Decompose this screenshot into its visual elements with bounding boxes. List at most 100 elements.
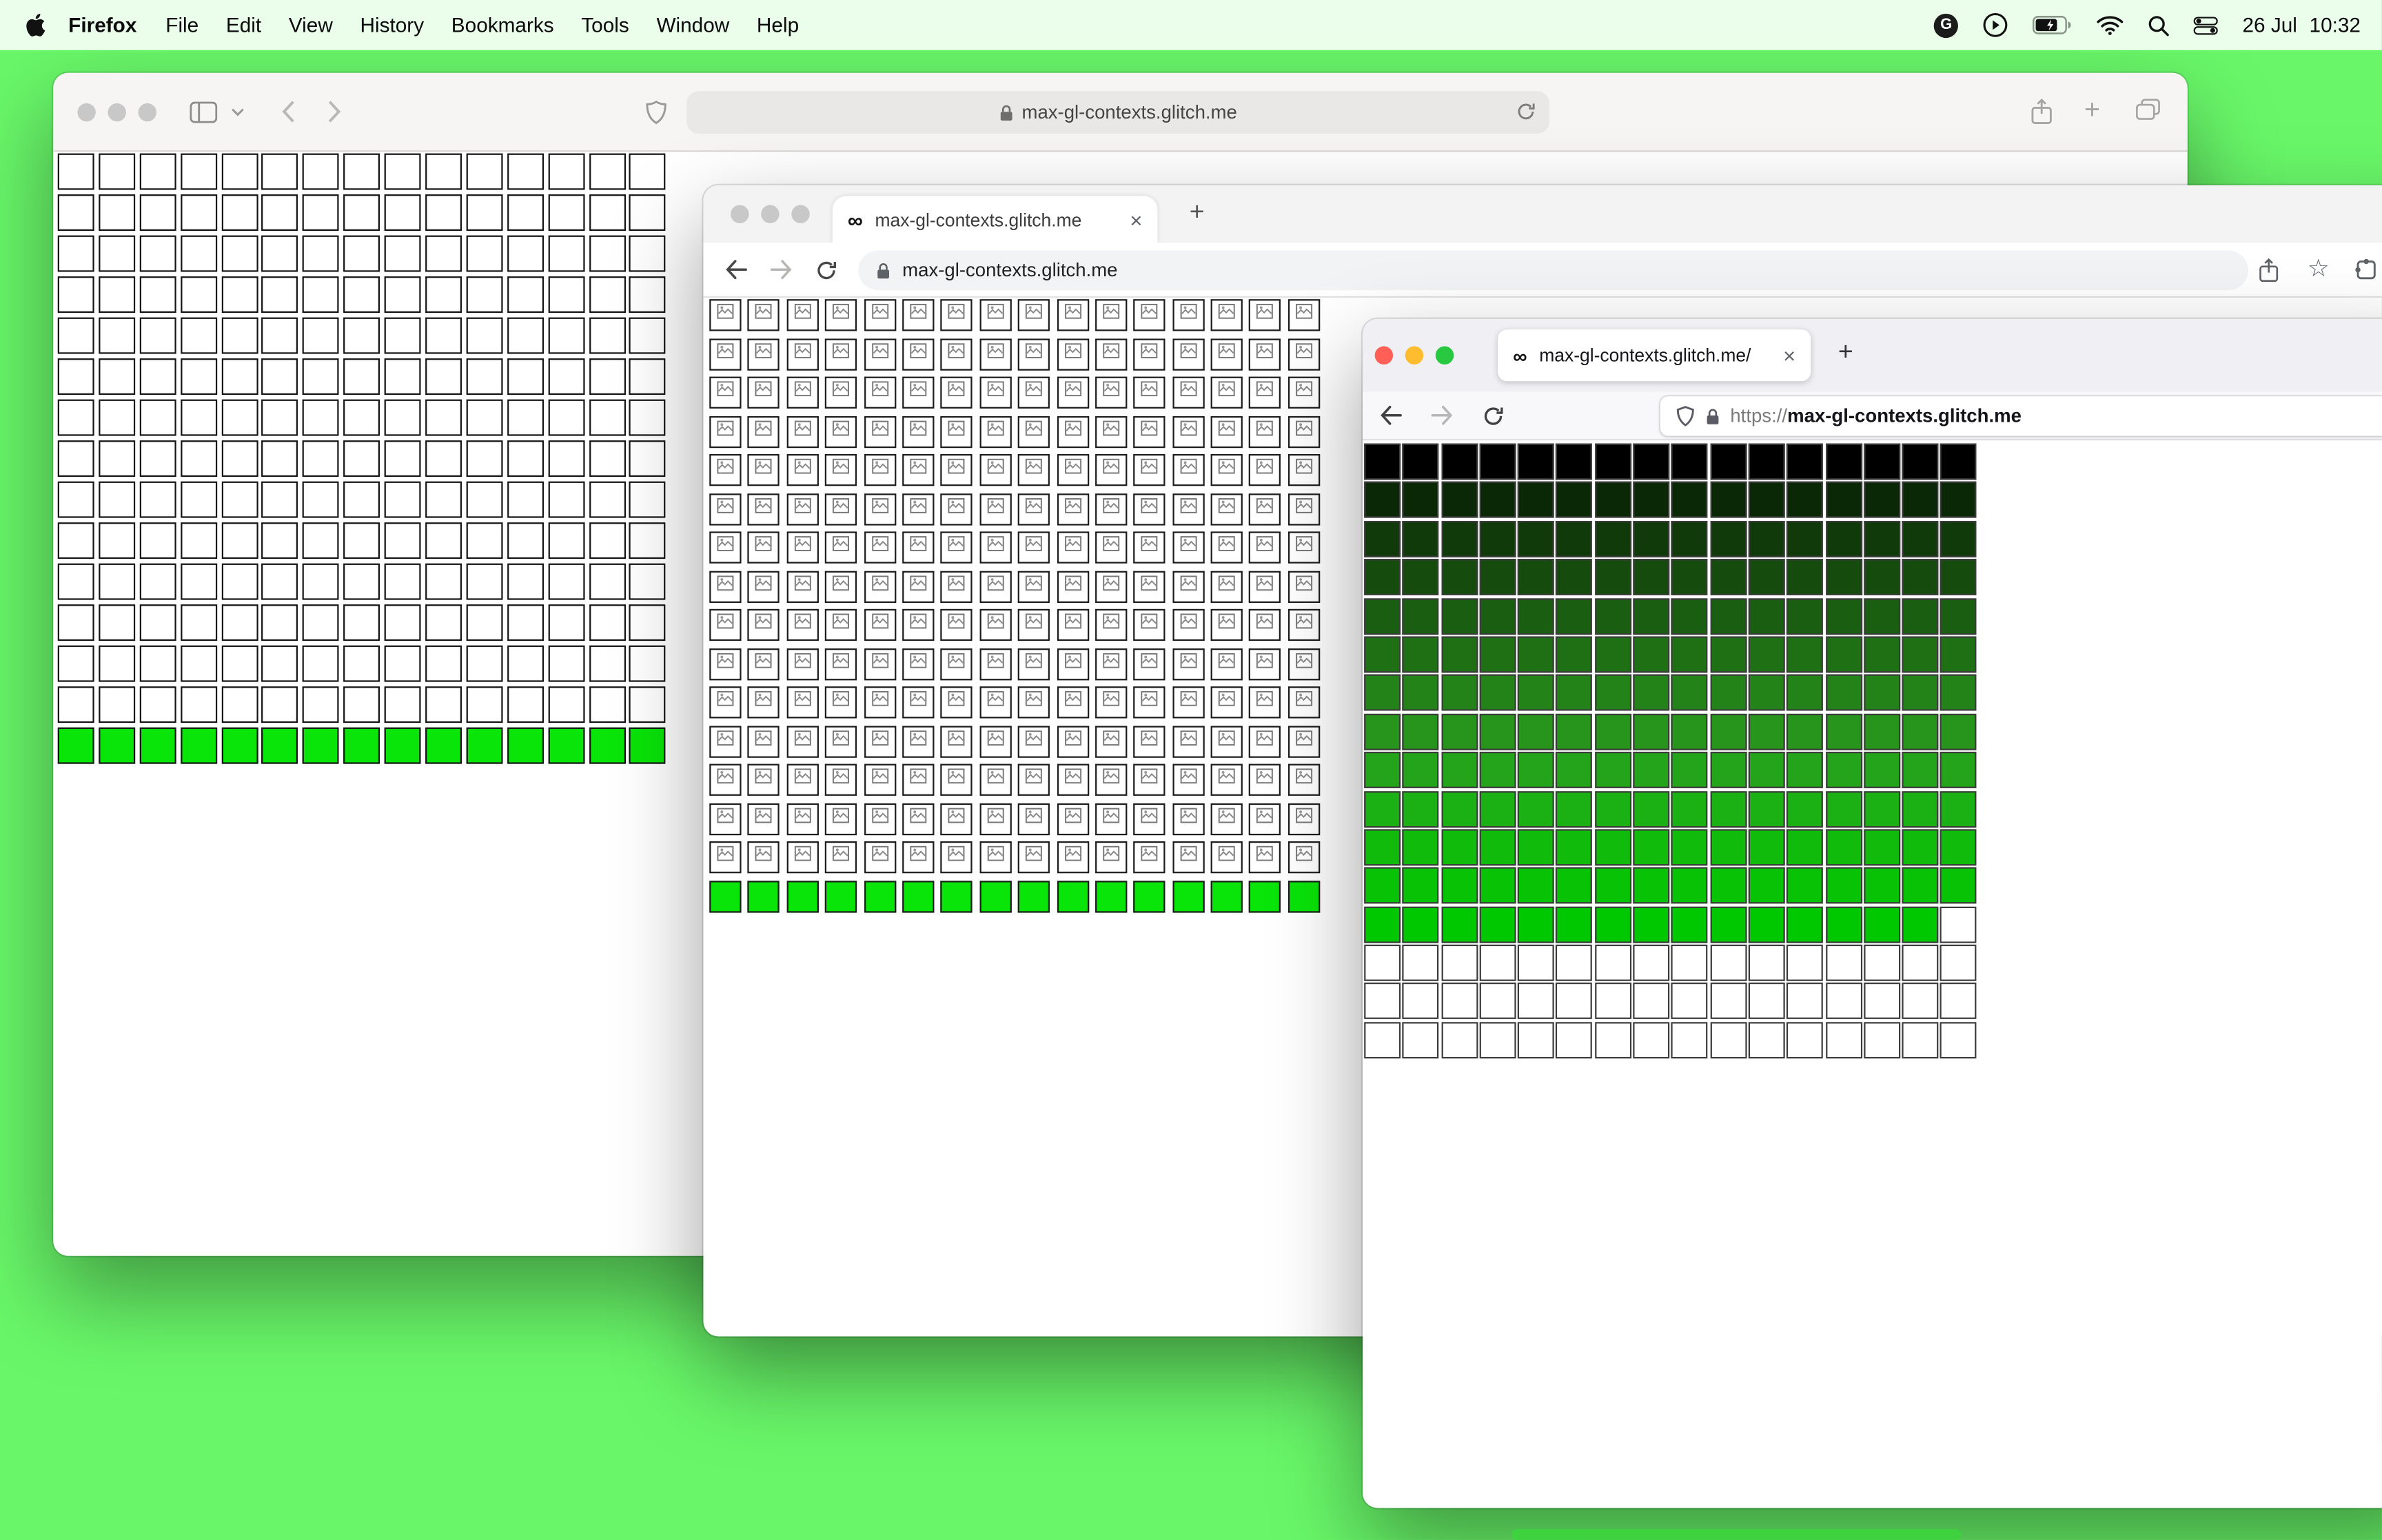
chrome-tab-strip: ∞ max-gl-contexts.glitch.me × + (703, 185, 2382, 243)
close-window-button[interactable] (1374, 346, 1394, 365)
back-icon[interactable] (281, 100, 295, 123)
webgl-canvas-cell (1287, 841, 1320, 874)
menu-help[interactable]: Help (743, 14, 813, 37)
share-icon[interactable] (2031, 99, 2053, 124)
webgl-canvas-cell (1210, 531, 1243, 564)
webgl-canvas-cell (1172, 648, 1205, 680)
active-app-name[interactable]: Firefox (53, 14, 152, 37)
new-tab-button[interactable]: + (2084, 94, 2100, 126)
menu-history[interactable]: History (347, 14, 438, 37)
webgl-canvas-cell (1940, 983, 1977, 1020)
browser-tab[interactable]: ∞ max-gl-contexts.glitch.me/ × (1498, 329, 1811, 382)
browser-tab[interactable]: ∞ max-gl-contexts.glitch.me × (832, 196, 1158, 243)
webgl-canvas-cell (303, 153, 340, 190)
webgl-canvas-cell (748, 415, 780, 448)
webgl-canvas-cell (384, 276, 421, 314)
zoom-window-button[interactable] (138, 102, 157, 121)
close-tab-icon[interactable]: × (1783, 343, 1795, 367)
close-tab-icon[interactable]: × (1130, 207, 1142, 232)
wifi-icon[interactable] (2097, 15, 2124, 35)
webgl-canvas-cell (139, 481, 176, 518)
webgl-canvas-cell (1479, 1021, 1516, 1058)
minimize-window-button[interactable] (108, 102, 126, 121)
webgl-canvas-cell (1441, 636, 1478, 673)
webgl-canvas-cell (589, 727, 626, 764)
menu-bar-status: G 26 Jul 10:32 (1934, 12, 2361, 38)
reload-icon[interactable] (1483, 404, 1504, 426)
address-bar[interactable]: max-gl-contexts.glitch.me (858, 250, 2248, 290)
webgl-canvas-cell (1556, 752, 1593, 789)
minimize-window-button[interactable] (1405, 346, 1424, 365)
webgl-canvas-cell (1364, 597, 1401, 635)
webgl-canvas-cell (466, 727, 503, 764)
menu-file[interactable]: File (152, 14, 212, 37)
reload-icon[interactable] (1516, 102, 1536, 122)
webgl-canvas-cell (1748, 945, 1785, 981)
webgl-canvas-cell (1056, 841, 1089, 874)
webgl-canvas-cell (1825, 520, 1862, 557)
privacy-shield-icon[interactable] (646, 100, 667, 125)
forward-icon[interactable] (328, 100, 342, 123)
webgl-canvas-cell (1172, 686, 1205, 719)
tab-title: max-gl-contexts.glitch.me/ (1539, 345, 1751, 367)
webgl-canvas-cell (466, 686, 503, 723)
menu-window[interactable]: Window (643, 14, 743, 37)
webgl-canvas-cell (1249, 570, 1282, 602)
webgl-canvas-cell (1748, 752, 1785, 789)
webgl-canvas-cell (384, 358, 421, 396)
new-tab-button[interactable]: + (1826, 337, 1865, 367)
forward-icon[interactable] (770, 260, 793, 280)
now-playing-icon[interactable] (1983, 12, 2008, 38)
menu-clock[interactable]: 26 Jul 10:32 (2242, 14, 2361, 37)
webgl-canvas-cell (139, 563, 176, 600)
webgl-canvas-cell (57, 194, 94, 232)
zoom-window-button[interactable] (791, 205, 810, 223)
reload-icon[interactable] (816, 259, 837, 280)
control-center-icon[interactable] (2193, 16, 2219, 34)
forward-icon[interactable] (1431, 405, 1454, 425)
webgl-canvas-cell (1249, 648, 1282, 680)
extensions-puzzle-icon[interactable] (2354, 258, 2377, 281)
back-icon[interactable] (1379, 405, 1402, 425)
zoom-window-button[interactable] (1435, 346, 1454, 365)
close-window-button[interactable] (77, 102, 96, 121)
webgl-canvas-cell (1940, 867, 1977, 905)
new-tab-button[interactable]: + (1177, 198, 1217, 228)
battery-icon[interactable] (2033, 15, 2072, 35)
tab-overview-icon[interactable] (2136, 99, 2160, 120)
webgl-canvas-cell (180, 604, 217, 641)
menu-view[interactable]: View (275, 14, 347, 37)
apple-menu-icon[interactable] (24, 13, 47, 37)
back-icon[interactable] (724, 260, 747, 280)
chevron-down-icon[interactable] (231, 107, 245, 116)
webgl-canvas-cell (1940, 597, 1977, 635)
webgl-canvas-grid-safari (57, 153, 666, 764)
menu-edit[interactable]: Edit (212, 14, 275, 37)
webgl-canvas-cell (709, 415, 742, 448)
webgl-canvas-cell (1095, 648, 1128, 680)
webgl-canvas-cell (748, 299, 780, 331)
address-bar[interactable]: https://max-gl-contexts.glitch.me (1660, 396, 2382, 436)
g-icon[interactable]: G (1934, 12, 1959, 37)
sidebar-icon[interactable] (190, 101, 218, 123)
address-bar[interactable]: max-gl-contexts.glitch.me (686, 91, 1550, 134)
webgl-canvas-cell (1556, 713, 1593, 750)
webgl-canvas-cell (547, 481, 584, 518)
menu-tools[interactable]: Tools (567, 14, 642, 37)
firefox-tab-strip: ∞ max-gl-contexts.glitch.me/ × + (1362, 318, 2382, 392)
share-icon[interactable] (2259, 258, 2279, 283)
webgl-canvas-cell (262, 522, 298, 559)
webgl-canvas-cell (303, 276, 340, 314)
webgl-canvas-cell (1594, 867, 1631, 905)
bookmark-star-icon[interactable]: ☆ (2308, 254, 2330, 284)
webgl-canvas-cell (57, 235, 94, 272)
webgl-canvas-cell (99, 440, 135, 478)
webgl-canvas-cell (425, 522, 462, 559)
webgl-canvas-cell (507, 563, 544, 600)
menu-bookmarks[interactable]: Bookmarks (438, 14, 568, 37)
webgl-canvas-cell (139, 604, 176, 641)
minimize-window-button[interactable] (761, 205, 780, 223)
close-window-button[interactable] (731, 205, 749, 223)
webgl-canvas-cell (786, 763, 819, 796)
spotlight-icon[interactable] (2148, 14, 2170, 36)
